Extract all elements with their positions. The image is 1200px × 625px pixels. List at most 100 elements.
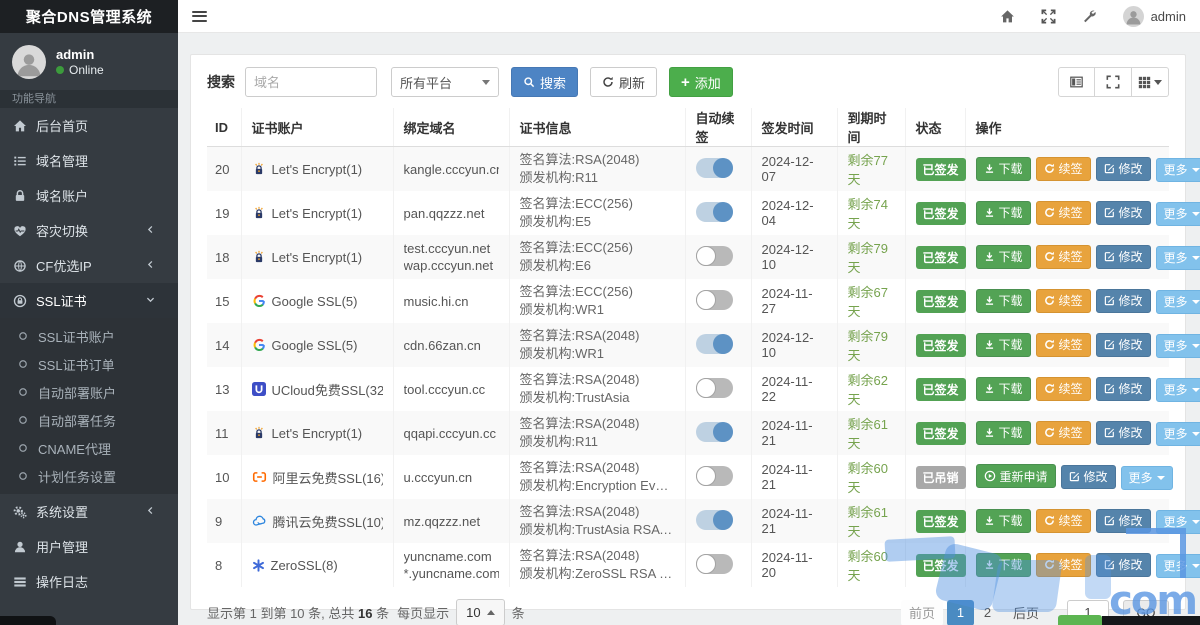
download-button[interactable]: 下载 bbox=[975, 288, 1031, 313]
pagination-prev[interactable]: 前页 bbox=[900, 599, 943, 625]
more-button[interactable]: 更多 bbox=[1155, 289, 1200, 314]
download-button[interactable]: 下载 bbox=[975, 332, 1031, 357]
cell-issue-date: 2024-12-04 bbox=[751, 191, 838, 235]
sidebar-item-domain-account[interactable]: 域名账户 bbox=[0, 178, 178, 213]
edit-button[interactable]: 修改 bbox=[1095, 376, 1151, 401]
sidebar-subitem-cron-settings[interactable]: 计划任务设置 bbox=[0, 462, 178, 490]
renew-button[interactable]: 续签 bbox=[1035, 552, 1091, 577]
more-button[interactable]: 更多 bbox=[1155, 509, 1200, 534]
renew-icon bbox=[1044, 427, 1055, 438]
refresh-button[interactable]: 刷新 bbox=[590, 67, 658, 97]
download-button[interactable]: 下载 bbox=[975, 508, 1031, 533]
auto-renew-toggle[interactable] bbox=[695, 465, 733, 486]
sidebar-item-failover[interactable]: 容灾切换 bbox=[0, 213, 178, 248]
sidebar-item-op-log[interactable]: 操作日志 bbox=[0, 564, 178, 599]
circle-icon bbox=[17, 442, 38, 454]
aliyun-icon bbox=[252, 470, 267, 484]
more-button[interactable]: 更多 bbox=[1155, 377, 1200, 402]
sidebar-subitem-deploy-task[interactable]: 自动部署任务 bbox=[0, 406, 178, 434]
auto-renew-toggle[interactable] bbox=[695, 157, 733, 178]
renew-button[interactable]: 续签 bbox=[1035, 200, 1091, 225]
status-badge: 已签发 bbox=[915, 201, 966, 225]
more-button[interactable]: 更多 bbox=[1155, 157, 1200, 182]
edit-button[interactable]: 修改 bbox=[1095, 332, 1151, 357]
sidebar-submenu-ssl-cert: SSL证书账户 SSL证书订单自动部署账户 自动部署任务 CNAME代理 计划任务设置 bbox=[0, 318, 178, 494]
renew-button[interactable]: 续签 bbox=[1035, 332, 1091, 357]
search-button[interactable]: 搜索 bbox=[511, 67, 579, 97]
pagination-page-1[interactable]: 1 bbox=[946, 599, 974, 625]
reapply-button[interactable]: 重新申请 bbox=[975, 464, 1056, 489]
edit-button[interactable]: 修改 bbox=[1095, 200, 1151, 225]
more-button[interactable]: 更多 bbox=[1155, 553, 1200, 578]
edit-button[interactable]: 修改 bbox=[1095, 244, 1151, 269]
download-button[interactable]: 下载 bbox=[975, 156, 1031, 181]
more-button[interactable]: 更多 bbox=[1155, 421, 1200, 446]
user-menu[interactable]: admin bbox=[1122, 5, 1186, 27]
auto-renew-toggle[interactable] bbox=[695, 421, 733, 442]
auto-renew-toggle[interactable] bbox=[695, 333, 733, 354]
sidebar-item-domain-manage[interactable]: 域名管理 bbox=[0, 143, 178, 178]
download-button[interactable]: 下载 bbox=[975, 376, 1031, 401]
download-icon bbox=[984, 251, 995, 262]
pagination-next[interactable]: 后页 bbox=[1005, 600, 1047, 625]
cert-account: UCloud免费SSL(32) bbox=[251, 380, 383, 399]
wrench-icon[interactable] bbox=[1082, 9, 1097, 24]
sidebar-subitem-label: SSL证书订单 bbox=[38, 357, 115, 373]
edit-button[interactable]: 修改 bbox=[1095, 156, 1151, 181]
sidebar-item-system-settings[interactable]: 系统设置 bbox=[0, 494, 178, 529]
cell-remaining: 剩余77天 bbox=[837, 146, 906, 191]
sidebar-item-ssl-cert[interactable]: SSL证书 bbox=[0, 283, 178, 318]
platform-select[interactable]: 所有平台 bbox=[391, 67, 499, 97]
edit-button[interactable]: 修改 bbox=[1095, 552, 1151, 577]
sidebar-subitem-deploy-account[interactable]: 自动部署账户 bbox=[0, 378, 178, 406]
sidebar-toggle-icon[interactable] bbox=[192, 10, 207, 22]
edit-button[interactable]: 修改 bbox=[1095, 508, 1151, 533]
edit-button[interactable]: 修改 bbox=[1060, 464, 1116, 489]
sidebar-item-cf-ip[interactable]: CF优选IP bbox=[0, 248, 178, 283]
sidebar-item-dashboard[interactable]: 后台首页 bbox=[0, 108, 178, 143]
more-button[interactable]: 更多 bbox=[1155, 245, 1200, 270]
edit-button[interactable]: 修改 bbox=[1095, 420, 1151, 445]
home-icon[interactable] bbox=[1000, 9, 1015, 24]
renew-button[interactable]: 续签 bbox=[1035, 376, 1091, 401]
cell-remaining: 剩余67天 bbox=[837, 279, 906, 323]
auto-renew-toggle[interactable] bbox=[695, 245, 733, 266]
edit-button[interactable]: 修改 bbox=[1095, 288, 1151, 313]
auto-renew-toggle[interactable] bbox=[695, 289, 733, 310]
fullscreen-table-icon[interactable] bbox=[1095, 67, 1132, 97]
renew-button[interactable]: 续签 bbox=[1035, 420, 1091, 445]
renew-button[interactable]: 续签 bbox=[1035, 288, 1091, 313]
chevron-down-icon bbox=[482, 79, 490, 85]
auto-renew-toggle[interactable] bbox=[695, 201, 733, 222]
renew-button[interactable]: 续签 bbox=[1035, 156, 1091, 181]
renew-button[interactable]: 续签 bbox=[1035, 244, 1091, 269]
caret-down-icon bbox=[1191, 211, 1200, 216]
more-button[interactable]: 更多 bbox=[1120, 465, 1173, 490]
columns-icon[interactable] bbox=[1132, 67, 1169, 97]
account-name: Let's Encrypt(1) bbox=[271, 205, 363, 221]
list-icon bbox=[13, 154, 36, 168]
fullscreen-icon[interactable] bbox=[1041, 9, 1056, 24]
renew-button[interactable]: 续签 bbox=[1035, 508, 1091, 533]
more-button[interactable]: 更多 bbox=[1155, 333, 1200, 358]
search-input[interactable] bbox=[245, 67, 377, 97]
download-button[interactable]: 下载 bbox=[975, 244, 1031, 269]
download-button[interactable]: 下载 bbox=[975, 200, 1031, 225]
auto-renew-toggle[interactable] bbox=[695, 377, 733, 398]
sidebar-subitem-ssl-order[interactable]: SSL证书订单 bbox=[0, 350, 178, 378]
page-size-select[interactable]: 10 bbox=[456, 599, 505, 625]
more-button[interactable]: 更多 bbox=[1155, 201, 1200, 226]
auto-renew-toggle[interactable] bbox=[695, 509, 733, 530]
sidebar-item-user-manage[interactable]: 用户管理 bbox=[0, 529, 178, 564]
column-header: 操作 bbox=[965, 108, 1169, 147]
download-button[interactable]: 下载 bbox=[975, 420, 1031, 445]
pagination-page-2[interactable]: 2 bbox=[974, 600, 1001, 625]
add-button[interactable]: + 添加 bbox=[669, 67, 733, 97]
cell-remaining: 剩余79天 bbox=[837, 235, 906, 279]
chevron-down-icon bbox=[145, 293, 165, 308]
sidebar-subitem-ssl-account[interactable]: SSL证书账户 bbox=[0, 322, 178, 350]
auto-renew-toggle[interactable] bbox=[695, 553, 733, 574]
download-button[interactable]: 下载 bbox=[975, 552, 1031, 577]
sidebar-subitem-cname-proxy[interactable]: CNAME代理 bbox=[0, 434, 178, 462]
detail-view-icon[interactable] bbox=[1058, 67, 1095, 97]
